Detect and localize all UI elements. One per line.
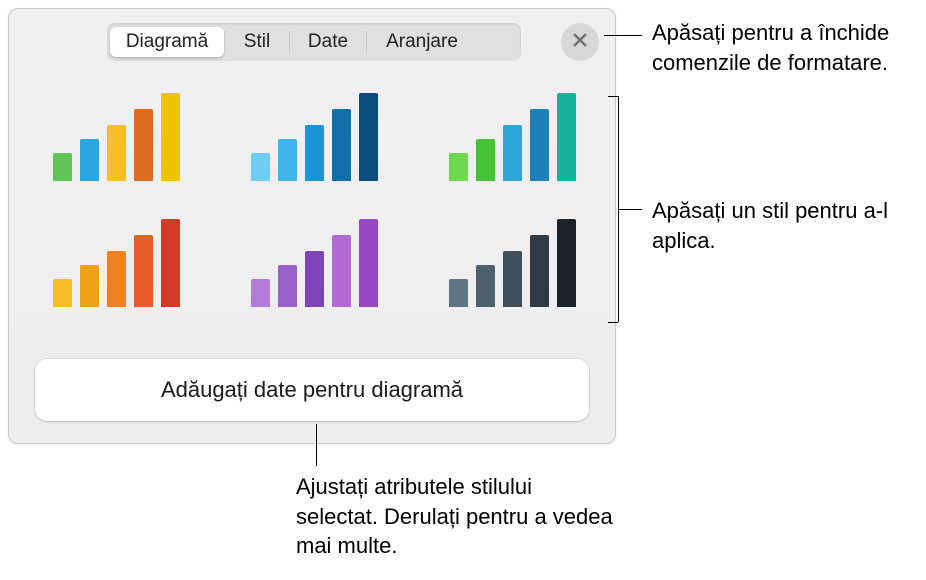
close-icon <box>571 31 589 54</box>
thumb-bar <box>449 279 468 307</box>
thumb-bar <box>476 139 495 181</box>
tab-label: Stil <box>244 31 270 52</box>
callout-close: Apăsați pentru a închide comenzile de fo… <box>652 18 912 77</box>
tab-aranjare[interactable]: Aranjare <box>367 27 477 57</box>
thumb-bar <box>134 109 153 181</box>
chart-style-thumb-3[interactable] <box>433 91 591 181</box>
thumb-bar <box>278 139 297 181</box>
chart-style-thumb-6[interactable] <box>433 217 591 307</box>
thumb-bar <box>107 251 126 307</box>
format-panel: Diagramă Stil Date Aranjare Adăugați date p… <box>8 8 616 444</box>
callout-styles: Apăsați un stil pentru a-l aplica. <box>652 196 912 255</box>
add-chart-data-label: Adăugați date pentru diagramă <box>161 377 463 403</box>
thumb-bar <box>476 265 495 307</box>
thumb-bar <box>278 265 297 307</box>
thumb-bar <box>80 139 99 181</box>
thumb-bar <box>359 93 378 181</box>
chart-style-thumb-1[interactable] <box>37 91 195 181</box>
add-chart-data-button[interactable]: Adăugați date pentru diagramă <box>35 359 589 421</box>
thumb-bar <box>161 93 180 181</box>
thumb-bar <box>557 219 576 307</box>
thumb-bar <box>305 251 324 307</box>
thumb-bar <box>332 109 351 181</box>
thumb-bar <box>332 235 351 307</box>
thumb-bar <box>53 153 72 181</box>
chart-style-thumb-5[interactable] <box>235 217 393 307</box>
thumb-bar <box>503 125 522 181</box>
thumb-bar <box>359 219 378 307</box>
callout-add-data: Ajustați atributele stilului selectat. D… <box>296 472 616 561</box>
thumb-bar <box>251 279 270 307</box>
callout-line <box>618 209 642 210</box>
thumb-bar <box>449 153 468 181</box>
thumb-bar <box>80 265 99 307</box>
thumb-bar <box>107 125 126 181</box>
thumb-bar <box>251 153 270 181</box>
close-button[interactable] <box>561 23 599 61</box>
tab-date[interactable]: Date <box>290 27 366 57</box>
thumb-bar <box>557 93 576 181</box>
callout-line <box>618 96 619 322</box>
thumb-bar <box>53 279 72 307</box>
thumb-bar <box>503 251 522 307</box>
thumb-bar <box>305 125 324 181</box>
thumb-bar <box>134 235 153 307</box>
chart-style-thumb-4[interactable] <box>37 217 195 307</box>
tab-diagramă[interactable]: Diagramă <box>110 27 224 57</box>
tab-bar: Diagramă Stil Date Aranjare <box>107 23 521 61</box>
tab-label: Date <box>308 31 348 52</box>
tab-label: Diagramă <box>126 31 208 52</box>
tab-label: Aranjare <box>386 31 458 52</box>
thumb-bar <box>530 109 549 181</box>
tab-stil[interactable]: Stil <box>225 27 289 57</box>
thumb-bar <box>530 235 549 307</box>
chart-style-grid <box>37 91 591 307</box>
thumb-bar <box>161 219 180 307</box>
chart-style-thumb-2[interactable] <box>235 91 393 181</box>
